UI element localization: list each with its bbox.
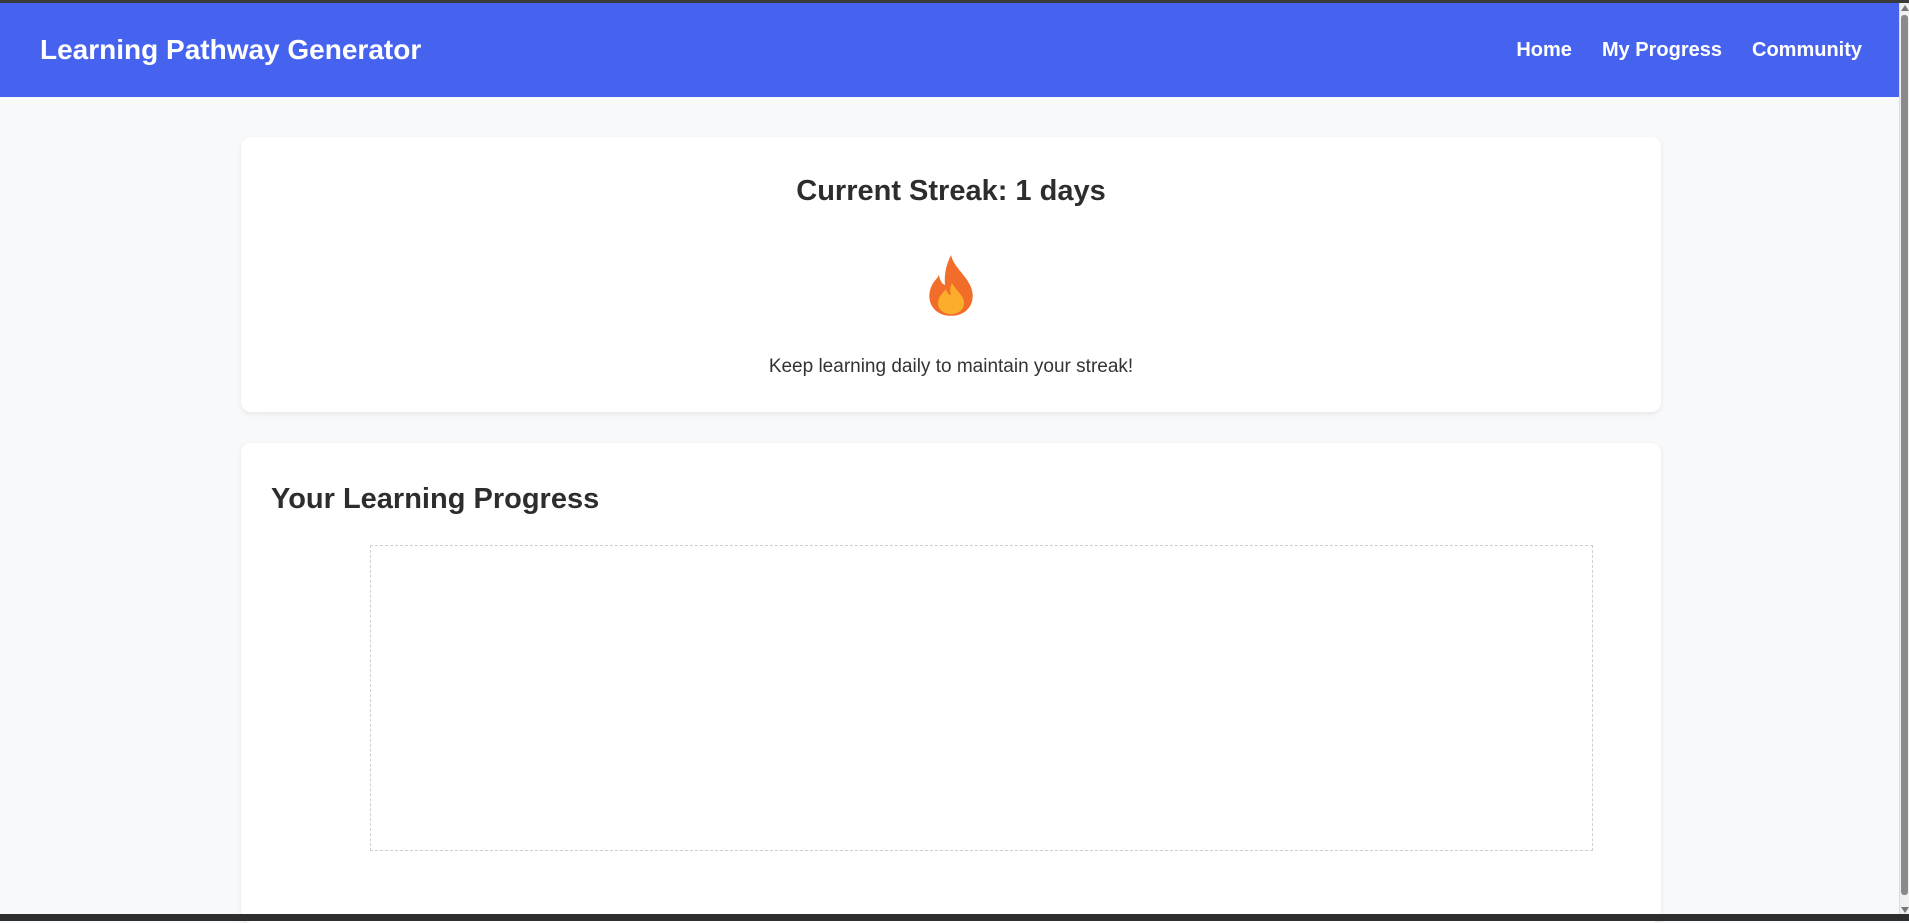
page-scrollbar[interactable]: [1899, 3, 1909, 915]
streak-message: Keep learning daily to maintain your str…: [768, 356, 1134, 377]
scroll-up-arrow-icon[interactable]: [1901, 5, 1909, 11]
fire-icon: [929, 255, 973, 316]
progress-chart-placeholder: [370, 545, 1593, 851]
progress-title: Your Learning Progress: [271, 483, 600, 515]
scroll-thumb[interactable]: [1901, 15, 1908, 895]
window-bottom-bar: [0, 914, 1909, 921]
nav-home-link[interactable]: Home: [1516, 39, 1572, 62]
scroll-down-arrow-icon[interactable]: [1901, 907, 1909, 913]
brand-title[interactable]: Learning Pathway Generator: [40, 34, 421, 66]
streak-title: Current Streak: 1 days: [796, 175, 1106, 207]
nav-community-link[interactable]: Community: [1752, 39, 1862, 62]
nav-my-progress-link[interactable]: My Progress: [1602, 39, 1722, 62]
streak-card: Current Streak: 1 days Keep learning dai…: [241, 137, 1661, 412]
progress-card: Your Learning Progress: [241, 443, 1661, 923]
app-header: Learning Pathway Generator Home My Progr…: [0, 3, 1900, 97]
main-nav: Home My Progress Community: [1516, 39, 1862, 62]
